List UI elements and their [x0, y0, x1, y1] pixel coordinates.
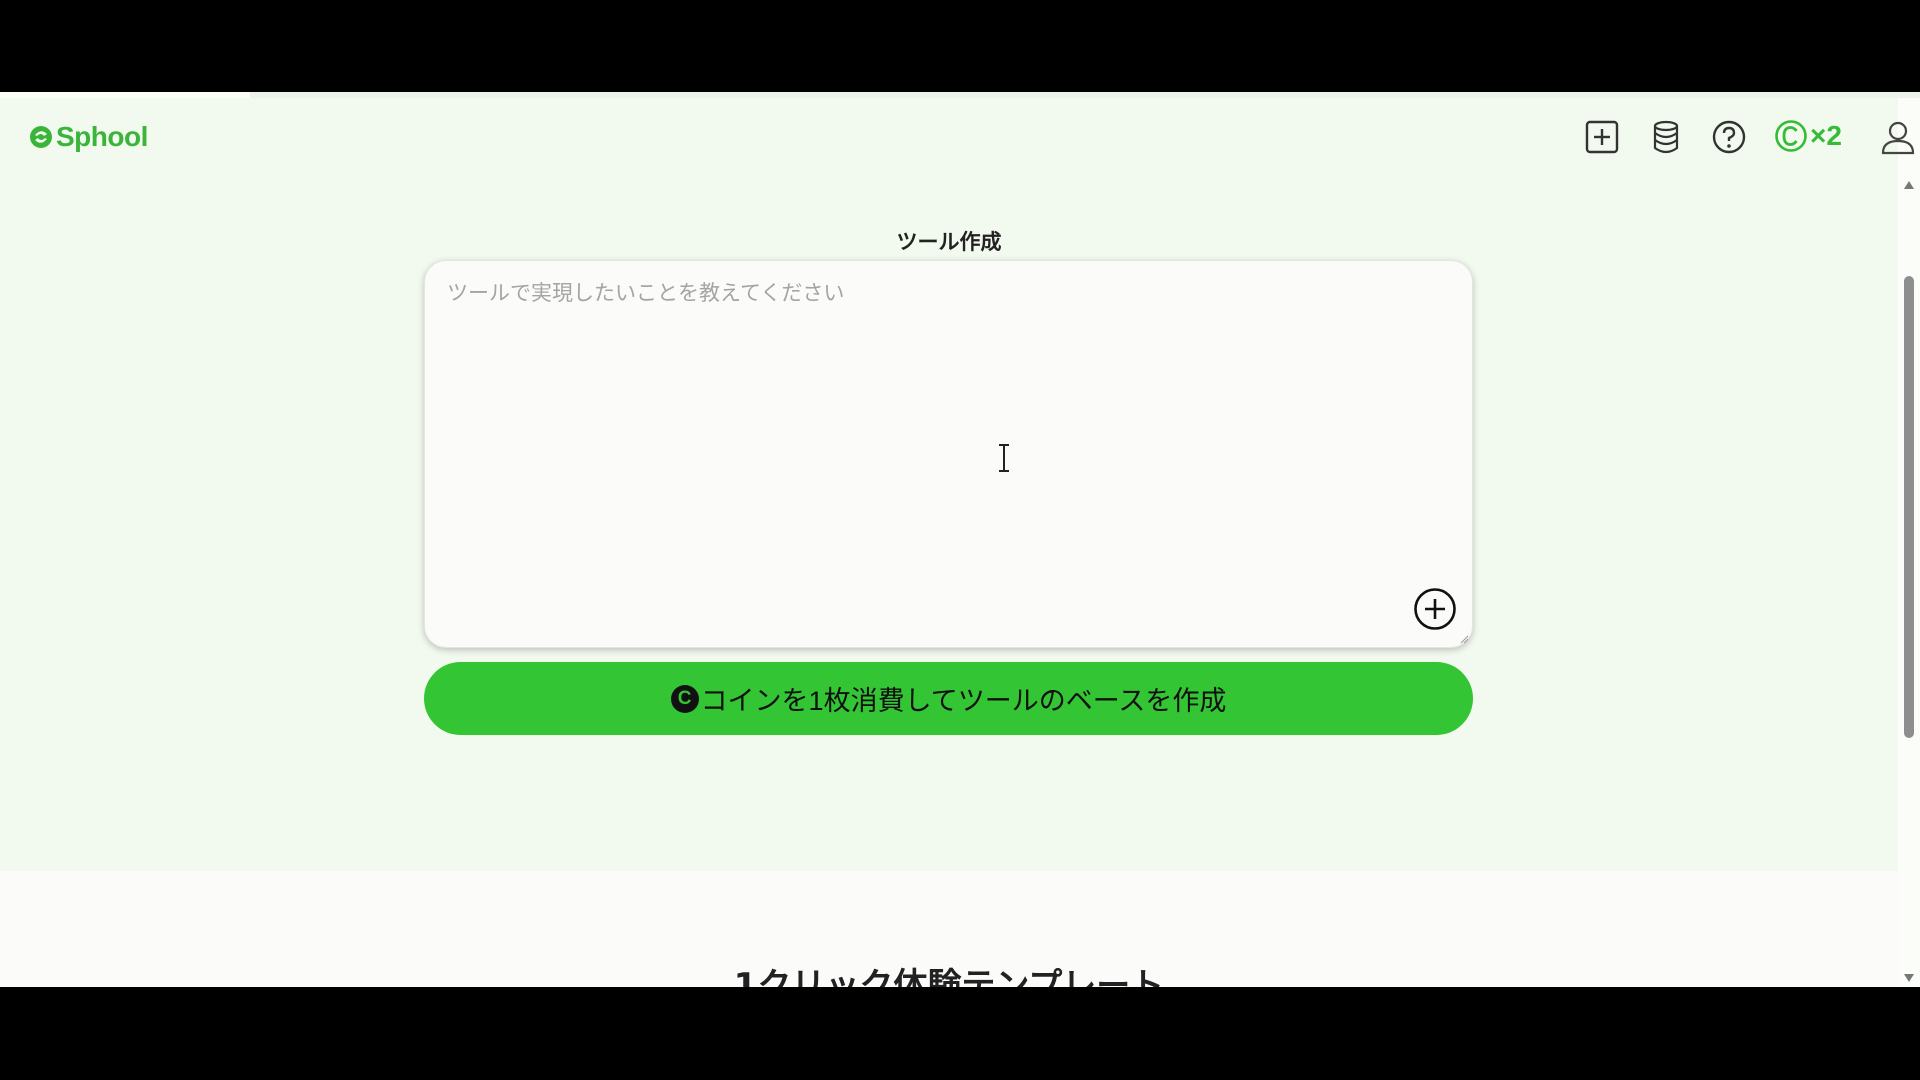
sphool-logo-icon — [30, 126, 52, 148]
user-icon — [1881, 121, 1915, 155]
scrollbar-thumb[interactable] — [1904, 276, 1914, 738]
coin-count: ×2 — [1810, 120, 1842, 151]
scroll-down-icon[interactable] — [1903, 973, 1915, 983]
database-button[interactable] — [1647, 118, 1685, 156]
video-letterbox-bottom — [0, 987, 1920, 1080]
coin-balance[interactable]: ×2 — [1774, 116, 1842, 156]
prompt-box — [424, 260, 1473, 648]
account-button[interactable] — [1877, 118, 1919, 156]
text-cursor-icon — [999, 444, 1009, 472]
resize-handle-icon[interactable] — [1459, 634, 1469, 644]
create-tool-button-label: コインを1枚消費してツールのベースを作成 — [700, 686, 1227, 716]
templates-heading: 1クリック体験テンプレート — [733, 966, 1165, 987]
attach-button[interactable] — [1413, 587, 1457, 631]
scroll-up-icon[interactable] — [1903, 180, 1915, 190]
form-title: ツール作成 — [896, 230, 1002, 254]
logo[interactable]: Sphool — [28, 120, 148, 154]
page-scrollbar[interactable] — [1898, 176, 1920, 987]
logo-text: Sphool — [56, 121, 148, 152]
help-icon — [1712, 120, 1746, 154]
browser-viewport: Sphool ×2 ツール作成 ツールで実現したいことを教えてください C コイ… — [0, 92, 1920, 987]
plus-circle-icon — [1414, 588, 1456, 630]
coin-icon — [1775, 120, 1807, 152]
video-letterbox-top — [0, 0, 1920, 92]
new-tool-button[interactable] — [1583, 118, 1621, 156]
coin-icon: C — [670, 684, 699, 713]
prompt-input[interactable] — [425, 261, 1472, 647]
database-icon — [1653, 120, 1679, 154]
create-tool-button[interactable]: C コインを1枚消費してツールのベースを作成 — [424, 662, 1473, 735]
new-tool-icon — [1585, 120, 1619, 154]
help-button[interactable] — [1710, 118, 1748, 156]
tool-creation-section: Sphool ×2 ツール作成 ツールで実現したいことを教えてください C コイ… — [0, 98, 1915, 871]
